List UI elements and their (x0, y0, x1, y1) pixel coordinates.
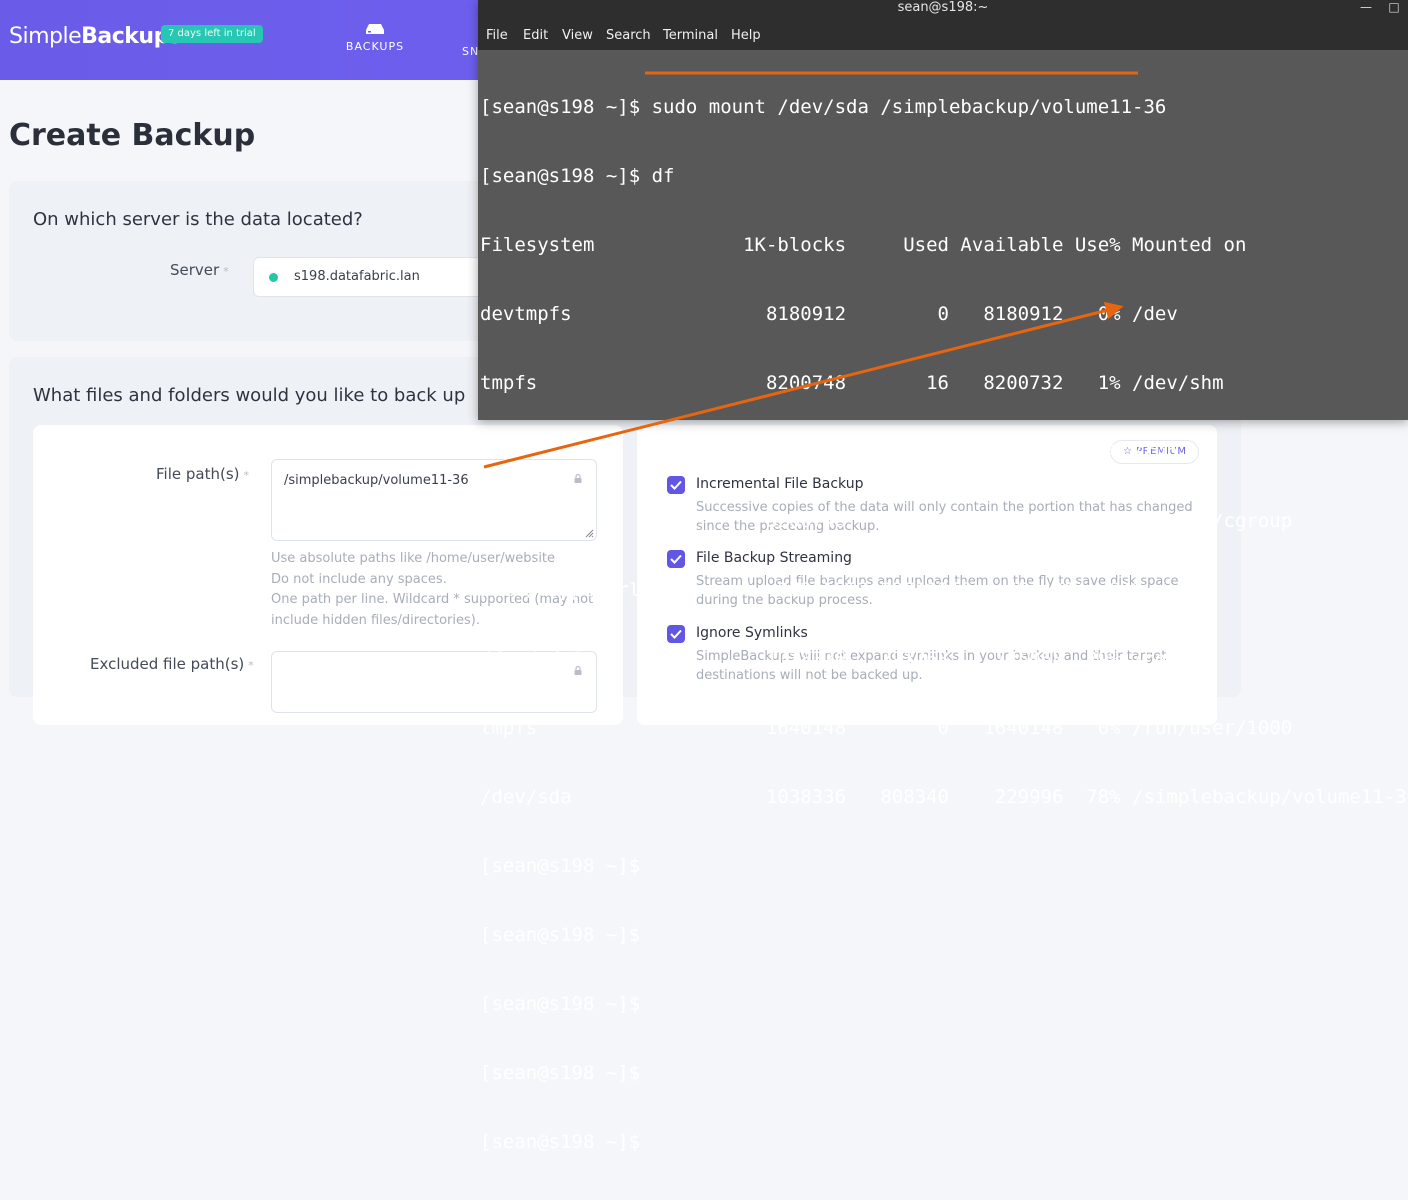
terminal-line: [sean@s198 ~]$ (480, 993, 641, 1015)
nav-next-item[interactable]: SN (462, 45, 479, 58)
required-mark: * (243, 469, 250, 482)
terminal-window[interactable]: sean@s198:~ — □ File Edit View Search Ter… (478, 0, 1408, 1153)
terminal-line: Filesystem 1K-blocks Used Available Use%… (480, 234, 1247, 256)
terminal-line: tmpfs 8200748 0 8200748 0% /sys/fs/cgrou… (480, 510, 1293, 532)
terminal-line: [sean@s198 ~]$ (480, 1062, 641, 1084)
menu-file[interactable]: File (486, 28, 508, 43)
terminal-line: [sean@s198 ~]$ (480, 1131, 641, 1153)
files-heading: What files and folders would you like to… (33, 385, 466, 406)
menu-help[interactable]: Help (731, 28, 761, 43)
terminal-line: [sean@s198 ~]$ (480, 855, 641, 877)
terminal-line: /dev/mapper/rl_s198-root 27245572 227112… (480, 579, 1167, 601)
maximize-icon[interactable]: □ (1380, 0, 1408, 15)
excluded-paths-label: Excluded file path(s) * (90, 655, 254, 673)
trial-badge[interactable]: 7 days left in trial (161, 25, 263, 43)
server-label: Server * (170, 261, 229, 279)
server-icon (366, 24, 384, 34)
minimize-icon[interactable]: — (1352, 0, 1380, 15)
nav-backups-label: BACKUPS (345, 40, 405, 53)
page-title: Create Backup (9, 118, 256, 153)
menu-terminal[interactable]: Terminal (663, 28, 718, 43)
terminal-line: /dev/sda 1038336 808340 229996 78% /simp… (480, 786, 1408, 808)
server-card: On which server is the data located? Ser… (9, 181, 535, 341)
terminal-menubar: File Edit View Search Terminal Help (478, 24, 1408, 50)
server-status-dot (269, 273, 278, 282)
window-controls: — □ (1352, 0, 1408, 24)
terminal-line: [sean@s198 ~]$ (480, 924, 641, 946)
terminal-line: [sean@s198 ~]$ sudo mount /dev/sda /simp… (480, 96, 1167, 118)
terminal-line: tmpfs 1640148 0 1640148 0% /run/user/100… (480, 717, 1293, 739)
server-heading: On which server is the data located? (33, 209, 363, 230)
terminal-line: tmpfs 8200748 8996 8191752 1% /run (480, 441, 1178, 463)
terminal-line: [sean@s198 ~]$ df (480, 165, 675, 187)
terminal-line: /dev/vda1 1038336 293268 745068 29% /boo… (480, 648, 1190, 670)
menu-view[interactable]: View (562, 28, 593, 43)
file-paths-label: File path(s) * (156, 465, 249, 483)
required-mark: * (223, 265, 229, 278)
terminal-line: devtmpfs 8180912 0 8180912 0% /dev (480, 303, 1178, 325)
file-paths-value: /simplebackup/volume11-36 (284, 473, 469, 488)
menu-edit[interactable]: Edit (523, 28, 548, 43)
logo[interactable]: SimpleBackups (9, 24, 182, 49)
menu-search[interactable]: Search (606, 28, 651, 43)
logo-text-light: Simple (9, 24, 82, 49)
terminal-title: sean@s198:~ (897, 0, 989, 15)
terminal-titlebar[interactable]: sean@s198:~ — □ (478, 0, 1408, 24)
nav-backups[interactable]: BACKUPS (343, 24, 407, 53)
terminal-line: tmpfs 8200748 16 8200732 1% /dev/shm (480, 372, 1224, 394)
server-value: s198.datafabric.lan (294, 269, 420, 284)
required-mark: * (248, 659, 254, 672)
terminal-output[interactable]: [sean@s198 ~]$ sudo mount /dev/sda /simp… (480, 50, 1408, 1153)
